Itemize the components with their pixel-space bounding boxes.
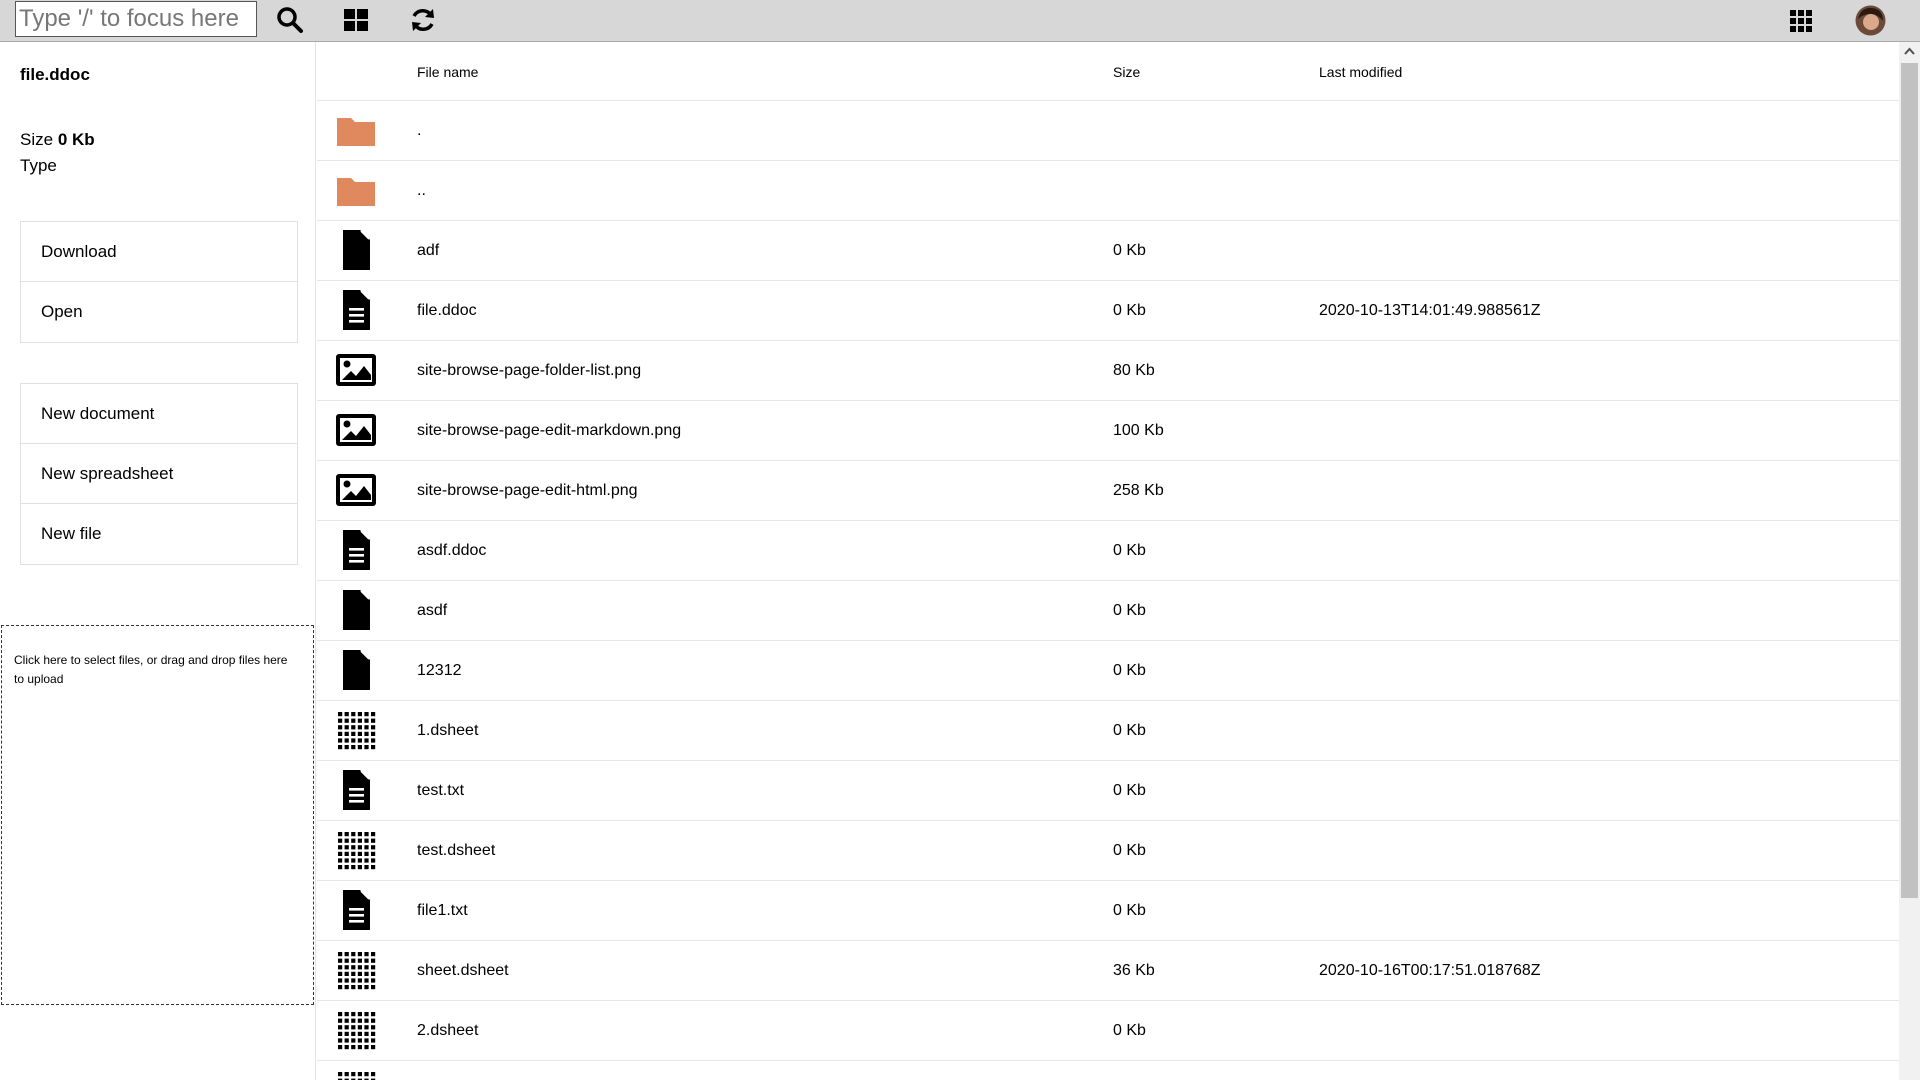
table-row[interactable]: . — [317, 101, 1899, 161]
file-size-cell: 36 Kb — [1113, 962, 1155, 979]
scrollbar[interactable] — [1899, 42, 1920, 1080]
new-file-button[interactable]: New file — [21, 504, 297, 564]
column-header-size[interactable]: Size — [1113, 64, 1140, 80]
table-row[interactable]: file1.txt 0 Kb — [317, 881, 1899, 941]
document-icon — [335, 529, 377, 571]
spreadsheet-icon — [335, 709, 377, 751]
file-name: site-browse-page-folder-list.png — [417, 362, 642, 379]
table-row[interactable]: site-browse-page-folder-list.png 80 Kb — [317, 341, 1899, 401]
table-row[interactable] — [317, 1061, 1899, 1080]
column-header-modified[interactable]: Last modified — [1319, 64, 1402, 80]
spreadsheet-icon — [335, 829, 377, 871]
file-name: .. — [417, 182, 426, 199]
file-name: asdf — [417, 602, 448, 619]
avatar[interactable] — [1855, 5, 1886, 36]
file-list: File name Size Last modified ... adf 0 Kb f… — [317, 42, 1899, 1080]
last-modified-cell: 2020-10-13T14:01:49.988561Z — [1319, 302, 1541, 319]
file-name: sheet.dsheet — [417, 962, 509, 979]
file-name: 1.dsheet — [417, 722, 479, 739]
details-sidebar: file.ddoc Size 0 Kb Type Download Open N… — [0, 42, 316, 1080]
scroll-up-arrow-icon[interactable] — [1899, 42, 1920, 62]
spreadsheet-icon — [335, 1009, 377, 1051]
file-icon — [335, 589, 377, 631]
file-name: site-browse-page-edit-html.png — [417, 482, 638, 499]
file-size-cell: 0 Kb — [1113, 902, 1146, 919]
file-size: Size 0 Kb — [20, 130, 95, 150]
file-name: 12312 — [417, 662, 462, 679]
document-icon — [335, 289, 377, 331]
file-size-cell: 0 Kb — [1113, 1022, 1146, 1039]
create-actions: New document New spreadsheet New file — [20, 383, 298, 565]
table-row[interactable]: file.ddoc 0 Kb 2020-10-13T14:01:49.988561Z — [317, 281, 1899, 341]
table-row[interactable]: site-browse-page-edit-html.png 258 Kb — [317, 461, 1899, 521]
table-row[interactable]: 2.dsheet 0 Kb — [317, 1001, 1899, 1061]
file-name: test.txt — [417, 782, 465, 799]
file-size-cell: 100 Kb — [1113, 422, 1164, 439]
top-toolbar — [0, 0, 1920, 42]
search-icon[interactable] — [276, 6, 304, 34]
file-size-cell: 0 Kb — [1113, 242, 1146, 259]
table-row[interactable]: asdf 0 Kb — [317, 581, 1899, 641]
download-button[interactable]: Download — [21, 222, 297, 282]
document-icon — [335, 769, 377, 811]
file-icon — [335, 229, 377, 271]
upload-dropzone[interactable]: Click here to select files, or drag and … — [1, 625, 314, 1005]
new-spreadsheet-button[interactable]: New spreadsheet — [21, 444, 297, 504]
file-name: file1.txt — [417, 902, 468, 919]
image-icon — [335, 349, 377, 391]
file-size-cell: 0 Kb — [1113, 302, 1146, 319]
file-actions: Download Open — [20, 221, 298, 343]
search-input[interactable] — [15, 1, 257, 37]
file-name: . — [417, 122, 422, 139]
new-document-button[interactable]: New document — [21, 384, 297, 444]
file-size-cell: 258 Kb — [1113, 482, 1164, 499]
file-size-cell: 0 Kb — [1113, 782, 1146, 799]
scrollbar-thumb[interactable] — [1901, 63, 1918, 898]
last-modified-cell: 2020-10-16T00:17:51.018768Z — [1319, 962, 1541, 979]
table-row[interactable]: asdf.ddoc 0 Kb — [317, 521, 1899, 581]
spreadsheet-icon — [335, 949, 377, 991]
spreadsheet-icon — [335, 1069, 377, 1080]
grid-view-icon[interactable] — [342, 6, 370, 34]
file-size-cell: 80 Kb — [1113, 362, 1155, 379]
refresh-icon[interactable] — [409, 6, 437, 34]
table-row[interactable]: test.dsheet 0 Kb — [317, 821, 1899, 881]
image-icon — [335, 409, 377, 451]
file-size-cell: 0 Kb — [1113, 662, 1146, 679]
apps-grid-icon[interactable] — [1787, 6, 1815, 34]
table-row[interactable]: test.txt 0 Kb — [317, 761, 1899, 821]
file-size-cell: 0 Kb — [1113, 842, 1146, 859]
file-icon — [335, 649, 377, 691]
size-value: 0 Kb — [57, 130, 95, 149]
image-icon — [335, 469, 377, 511]
selected-file-name: file.ddoc — [20, 65, 90, 84]
table-row[interactable]: adf 0 Kb — [317, 221, 1899, 281]
file-name: asdf.ddoc — [417, 542, 487, 559]
table-row[interactable]: site-browse-page-edit-markdown.png 100 Kb — [317, 401, 1899, 461]
file-name: adf — [417, 242, 440, 259]
column-header-name[interactable]: File name — [417, 64, 478, 80]
upload-instructions: Click here to select files, or drag and … — [14, 653, 288, 686]
file-size-cell: 0 Kb — [1113, 602, 1146, 619]
file-name: 2.dsheet — [417, 1022, 479, 1039]
file-list-header: File name Size Last modified — [317, 42, 1899, 101]
size-label: Size — [20, 130, 54, 149]
document-icon — [335, 889, 377, 931]
open-button[interactable]: Open — [21, 282, 297, 342]
table-row[interactable]: .. — [317, 161, 1899, 221]
table-row[interactable]: sheet.dsheet 36 Kb 2020-10-16T00:17:51.018… — [317, 941, 1899, 1001]
folder-icon — [335, 169, 377, 211]
table-row[interactable]: 1.dsheet 0 Kb — [317, 701, 1899, 761]
file-size-cell: 0 Kb — [1113, 722, 1146, 739]
file-size-cell: 0 Kb — [1113, 542, 1146, 559]
file-name: file.ddoc — [417, 302, 477, 319]
file-name: site-browse-page-edit-markdown.png — [417, 422, 682, 439]
folder-icon — [335, 109, 377, 151]
file-name: test.dsheet — [417, 842, 496, 859]
table-row[interactable]: 12312 0 Kb — [317, 641, 1899, 701]
type-label: Type — [20, 156, 57, 175]
